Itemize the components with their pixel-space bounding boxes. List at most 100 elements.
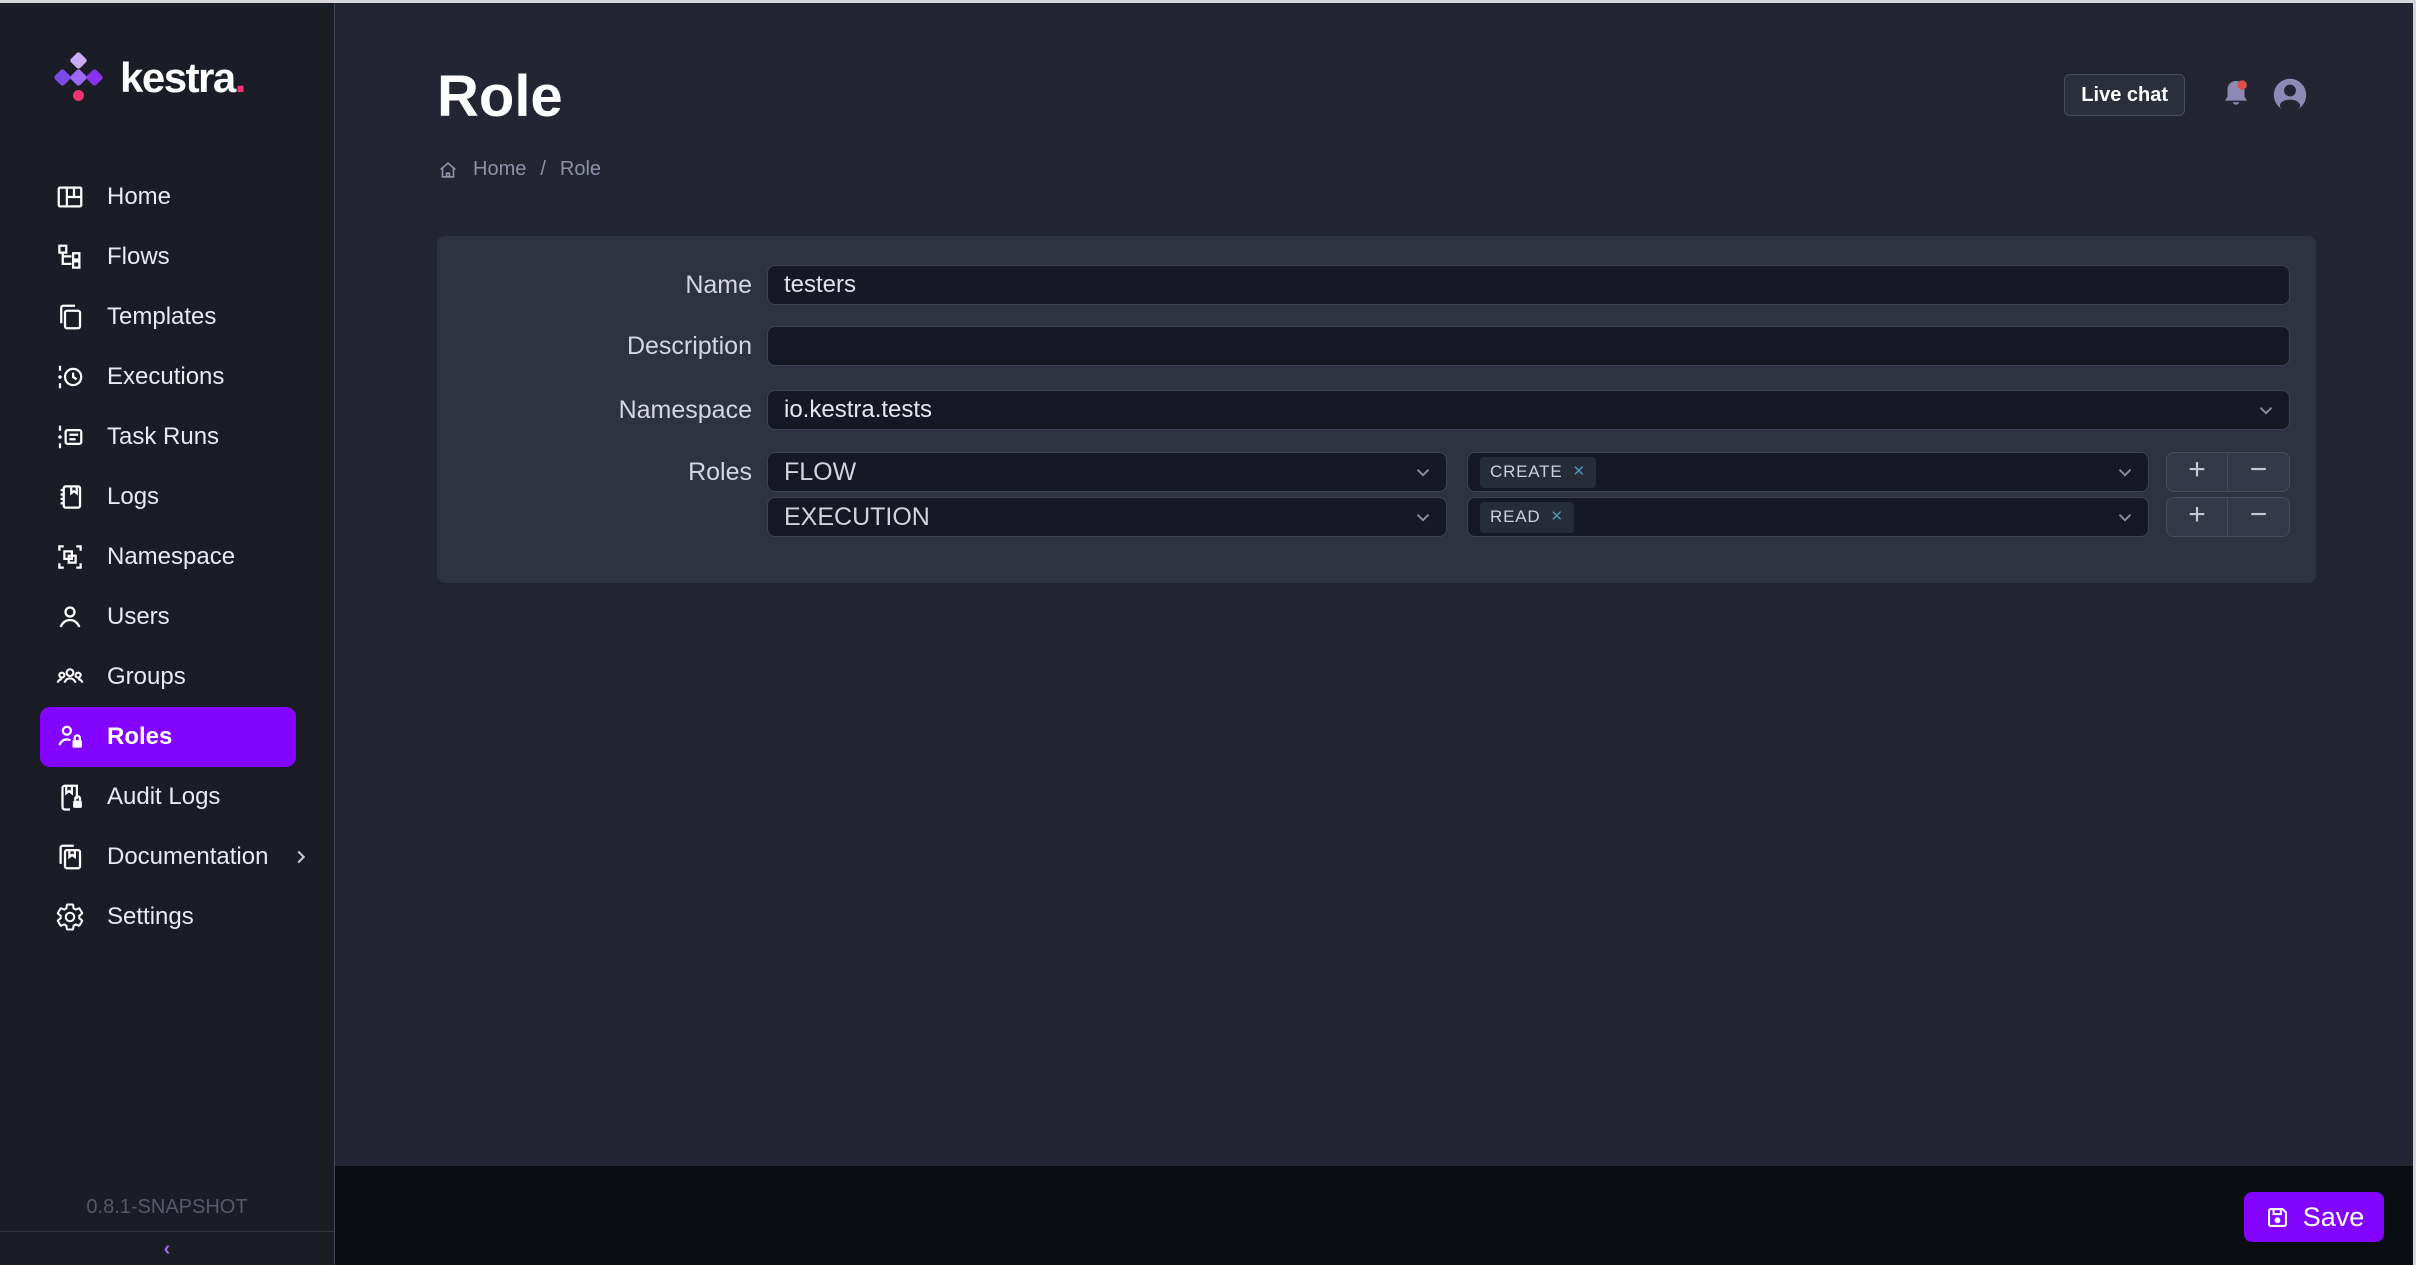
sidebar-item-label: Groups <box>107 663 186 691</box>
permission-tag: READ ✕ <box>1480 502 1574 533</box>
sidebar-item-documentation[interactable]: Documentation <box>40 827 296 887</box>
roles-row-1: Roles FLOW CREATE ✕ + − <box>437 452 2316 492</box>
sidebar-item-roles[interactable]: Roles <box>40 707 296 767</box>
sidebar-collapse-bar: ‹ <box>0 1231 334 1265</box>
roles-row-2: EXECUTION READ ✕ + − <box>437 497 2316 537</box>
role-type-value: EXECUTION <box>768 503 930 532</box>
sidebar-item-task-runs[interactable]: Task Runs <box>40 407 296 467</box>
kestra-logo[interactable]: kestra. <box>0 3 334 107</box>
sidebar-item-label: Users <box>107 603 170 631</box>
sidebar-item-label: Templates <box>107 303 216 331</box>
timeline-text-icon <box>55 422 85 452</box>
name-input[interactable] <box>767 265 2290 305</box>
chevron-down-icon <box>1412 506 1434 528</box>
book-lock-icon <box>55 782 85 812</box>
collapse-sidebar-icon[interactable]: ‹ <box>164 1239 171 1259</box>
namespace-row: Namespace io.kestra.tests <box>437 390 2316 430</box>
permission-tag: CREATE ✕ <box>1480 457 1596 488</box>
book-multiple-icon <box>55 842 85 872</box>
dashboard-icon <box>55 182 85 212</box>
save-button[interactable]: Save <box>2244 1192 2384 1242</box>
cog-icon <box>55 902 85 932</box>
window-top-edge <box>0 0 2416 3</box>
account-group-icon <box>55 662 85 692</box>
chevron-down-icon <box>2114 506 2136 528</box>
description-input[interactable] <box>767 326 2290 366</box>
sidebar-item-label: Documentation <box>107 843 268 871</box>
role-form-card: Name Description Namespace io.kestra.tes… <box>437 236 2316 583</box>
sidebar-item-logs[interactable]: Logs <box>40 467 296 527</box>
sidebar-item-label: Home <box>107 183 171 211</box>
page-title: Role <box>437 63 563 130</box>
roles-label: Roles <box>437 458 767 487</box>
sidebar-item-label: Task Runs <box>107 423 219 451</box>
sidebar-footer: 0.8.1-SNAPSHOT ‹ <box>0 1196 334 1265</box>
sidebar-item-templates[interactable]: Templates <box>40 287 296 347</box>
role-type-value: FLOW <box>768 458 856 487</box>
sidebar-item-groups[interactable]: Groups <box>40 647 296 707</box>
chevron-right-icon <box>290 846 312 868</box>
namespace-label: Namespace <box>437 396 767 425</box>
sidebar-item-label: Audit Logs <box>107 783 220 811</box>
kestra-logo-text: kestra. <box>120 57 245 99</box>
sidebar-item-label: Settings <box>107 903 194 931</box>
role-permissions-select[interactable]: READ ✕ <box>1467 497 2149 537</box>
home-icon <box>437 159 459 181</box>
breadcrumb-home[interactable]: Home <box>473 158 526 181</box>
file-tree-icon <box>55 242 85 272</box>
account-avatar-icon[interactable] <box>2271 76 2309 114</box>
role-row-actions: + − <box>2166 452 2290 492</box>
sidebar-item-label: Flows <box>107 243 170 271</box>
save-icon <box>2264 1204 2291 1231</box>
breadcrumb: Home / Role <box>437 158 601 181</box>
sidebar-item-settings[interactable]: Settings <box>40 887 296 947</box>
permission-tag-label: READ <box>1490 507 1540 527</box>
topbar-actions: Live chat <box>2064 74 2309 116</box>
sidebar-item-flows[interactable]: Flows <box>40 227 296 287</box>
remove-role-row-button[interactable]: − <box>2228 452 2290 492</box>
sidebar-item-audit-logs[interactable]: Audit Logs <box>40 767 296 827</box>
name-row: Name <box>437 265 2316 305</box>
permission-tag-label: CREATE <box>1490 462 1563 482</box>
sidebar-item-label: Namespace <box>107 543 235 571</box>
bottom-action-bar: Save <box>335 1166 2416 1265</box>
sidebar-item-label: Logs <box>107 483 159 511</box>
namespace-select[interactable]: io.kestra.tests <box>767 390 2290 430</box>
sidebar-item-namespace[interactable]: Namespace <box>40 527 296 587</box>
remove-role-row-button[interactable]: − <box>2228 497 2290 537</box>
save-button-label: Save <box>2303 1202 2365 1233</box>
namespace-value: io.kestra.tests <box>768 396 932 424</box>
account-lock-icon <box>55 722 85 752</box>
breadcrumb-separator: / <box>540 158 546 181</box>
kestra-logo-icon <box>54 53 104 103</box>
sidebar-item-executions[interactable]: Executions <box>40 347 296 407</box>
description-row: Description <box>437 326 2316 366</box>
timeline-clock-icon <box>55 362 85 392</box>
account-icon <box>55 602 85 632</box>
sidebar-item-label: Executions <box>107 363 224 391</box>
sidebar: kestra. Home Flows Templates Execution <box>0 3 335 1265</box>
description-label: Description <box>437 332 767 361</box>
chevron-down-icon <box>2255 399 2277 421</box>
role-type-select[interactable]: EXECUTION <box>767 497 1447 537</box>
copy-icon <box>55 302 85 332</box>
add-role-row-button[interactable]: + <box>2166 452 2228 492</box>
sidebar-item-users[interactable]: Users <box>40 587 296 647</box>
namespace-frame-icon <box>55 542 85 572</box>
add-role-row-button[interactable]: + <box>2166 497 2228 537</box>
sidebar-item-home[interactable]: Home <box>40 167 296 227</box>
remove-tag-icon[interactable]: ✕ <box>1573 464 1586 479</box>
breadcrumb-current: Role <box>560 158 601 181</box>
app-version: 0.8.1-SNAPSHOT <box>0 1196 334 1231</box>
notifications-bell-icon[interactable] <box>2217 76 2255 114</box>
role-row-actions: + − <box>2166 497 2290 537</box>
role-type-select[interactable]: FLOW <box>767 452 1447 492</box>
chevron-down-icon <box>1412 461 1434 483</box>
name-label: Name <box>437 271 767 300</box>
notebook-icon <box>55 482 85 512</box>
sidebar-item-label: Roles <box>107 723 172 751</box>
role-permissions-select[interactable]: CREATE ✕ <box>1467 452 2149 492</box>
live-chat-button[interactable]: Live chat <box>2064 74 2185 116</box>
sidebar-nav: Home Flows Templates Executions Task Run <box>0 167 334 947</box>
remove-tag-icon[interactable]: ✕ <box>1550 509 1563 524</box>
